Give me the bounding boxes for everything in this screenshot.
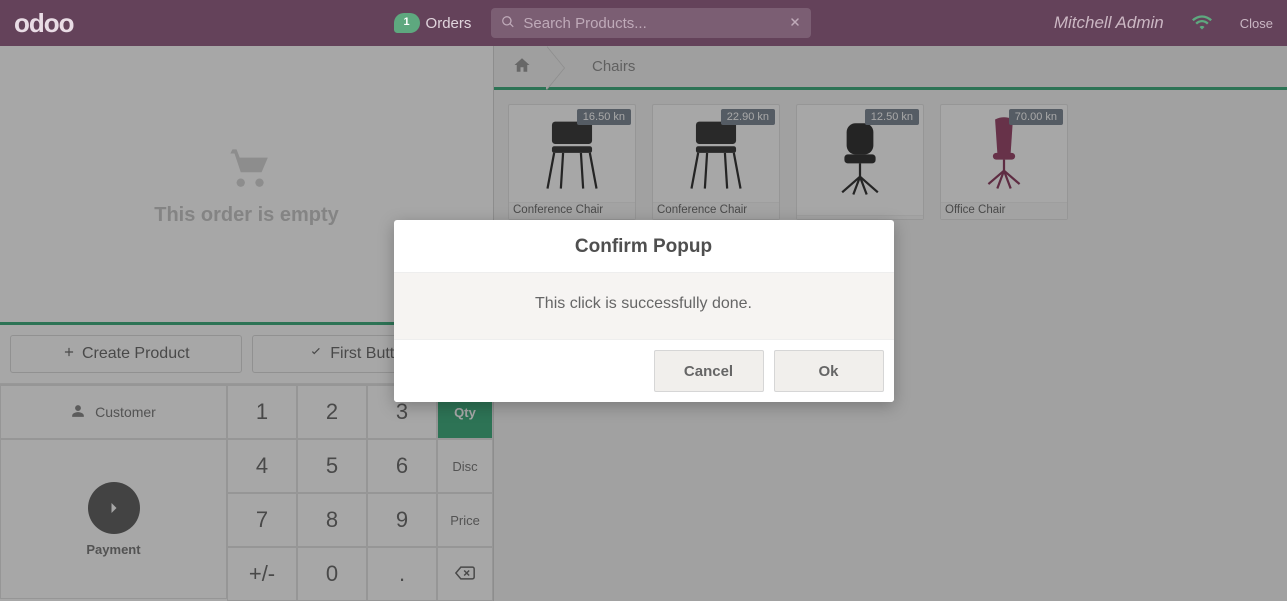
search-input[interactable] [523,15,781,32]
clear-search-icon[interactable] [789,15,801,31]
dialog-message: This click is successfully done. [394,272,894,340]
modal-overlay: Confirm Popup This click is successfully… [0,46,1287,601]
search-icon [501,15,515,32]
topbar: odoo 1 Orders Mitchell Admin Close [0,0,1287,46]
cancel-button[interactable]: Cancel [654,350,764,392]
ok-button[interactable]: Ok [774,350,884,392]
user-name[interactable]: Mitchell Admin [1054,13,1164,33]
orders-count-icon: 1 [394,13,420,33]
close-link[interactable]: Close [1240,16,1273,31]
brand-logo: odoo [14,8,74,39]
orders-link[interactable]: 1 Orders [394,13,472,33]
search-box[interactable] [491,8,811,38]
dialog-actions: Cancel Ok [394,340,894,402]
confirm-dialog: Confirm Popup This click is successfully… [394,220,894,402]
orders-label: Orders [426,15,472,32]
connection-status-icon [1192,14,1212,33]
dialog-title: Confirm Popup [394,220,894,272]
